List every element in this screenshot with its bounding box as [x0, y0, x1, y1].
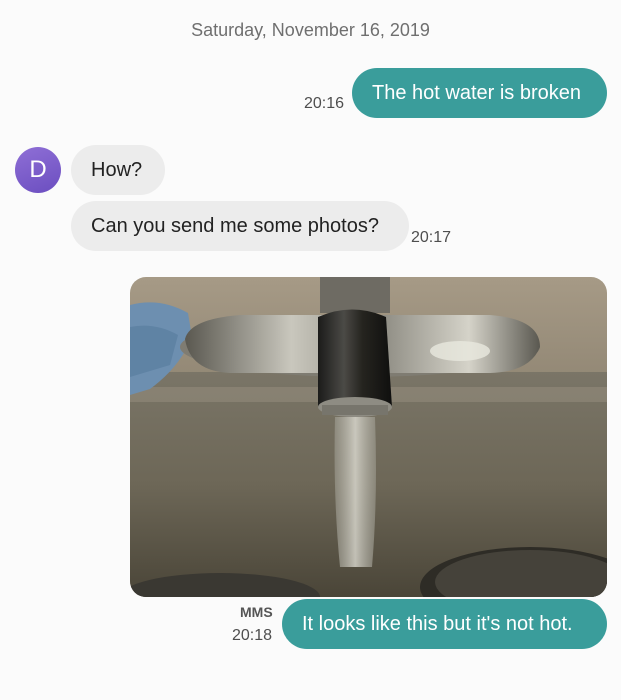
mms-photo[interactable]: [130, 277, 607, 597]
incoming-message-bubble[interactable]: How?: [71, 145, 165, 195]
sink-faucet-photo-icon: [130, 277, 607, 597]
message-time: 20:18: [232, 627, 273, 644]
outgoing-message-bubble[interactable]: It looks like this but it's not hot.: [282, 599, 607, 649]
date-separator: Saturday, November 16, 2019: [191, 20, 430, 40]
message-time: 20:17: [411, 229, 452, 246]
incoming-message-bubble[interactable]: Can you send me some photos?: [71, 201, 409, 251]
outgoing-message-bubble[interactable]: The hot water is broken: [352, 68, 607, 118]
conversation-screen: Saturday, November 16, 2019 20:16 The ho…: [0, 0, 621, 700]
message-time: 20:16: [304, 95, 345, 112]
mms-label: MMS: [240, 604, 273, 620]
contact-avatar[interactable]: D: [15, 147, 61, 193]
